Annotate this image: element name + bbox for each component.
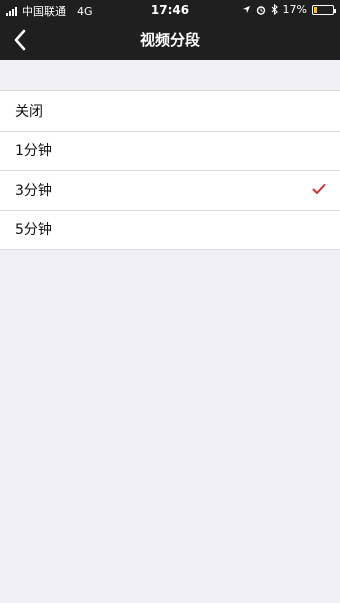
chevron-left-icon xyxy=(14,29,26,51)
top-bar: 中国联通 4G 17:46 17% 视频分段 xyxy=(0,0,340,60)
option-label: 1分钟 xyxy=(15,143,52,160)
option-row-5min[interactable]: 5分钟 xyxy=(0,209,340,250)
option-row-off[interactable]: 关闭 xyxy=(0,91,340,131)
option-label: 关闭 xyxy=(15,103,43,120)
alarm-icon xyxy=(256,5,265,15)
back-button[interactable] xyxy=(4,24,36,56)
option-row-3min[interactable]: 3分钟 xyxy=(0,170,340,210)
checkmark-icon xyxy=(312,184,326,194)
page-title: 视频分段 xyxy=(139,31,200,49)
option-row-1min[interactable]: 1分钟 xyxy=(0,130,340,171)
option-label: 3分钟 xyxy=(15,182,52,199)
nav-bar: 视频分段 xyxy=(0,20,340,60)
status-bar: 中国联通 4G 17:46 17% xyxy=(0,0,340,20)
battery-icon xyxy=(312,4,336,15)
segment-options-list: 关闭 1分钟 3分钟 5分钟 xyxy=(0,90,340,250)
option-label: 5分钟 xyxy=(15,222,52,239)
status-right: 17% xyxy=(242,3,336,16)
bluetooth-icon xyxy=(271,4,278,15)
location-arrow-icon xyxy=(242,5,250,14)
battery-label: 17% xyxy=(282,3,307,16)
